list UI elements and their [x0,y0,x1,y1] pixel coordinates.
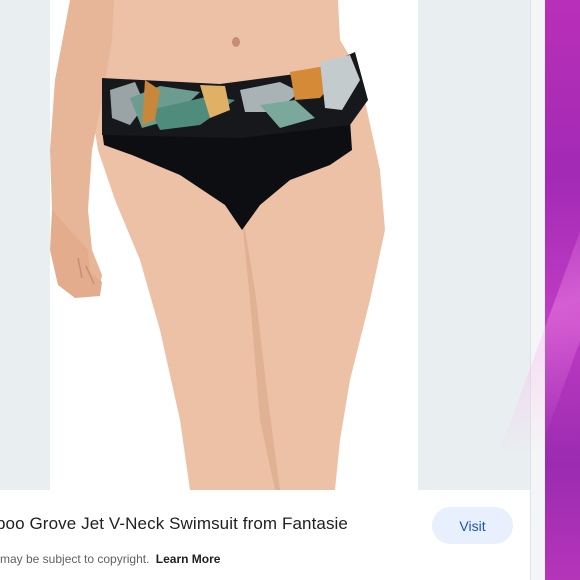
product-photo-graphic [50,0,418,490]
product-image[interactable] [50,0,418,490]
desktop-wallpaper [545,0,580,580]
copyright-notice: may be subject to copyright. Learn More [0,552,220,566]
visit-button[interactable]: Visit [432,507,513,544]
image-viewer-left-margin [0,0,50,490]
image-info-panel: boo Grove Jet V-Neck Swimsuit from Fanta… [0,490,530,580]
learn-more-link[interactable]: Learn More [156,552,221,566]
copyright-text: may be subject to copyright. [0,552,150,566]
window-gap [531,0,545,580]
screen: boo Grove Jet V-Neck Swimsuit from Fanta… [0,0,580,580]
product-title-link[interactable]: boo Grove Jet V-Neck Swimsuit from Fanta… [0,514,348,534]
